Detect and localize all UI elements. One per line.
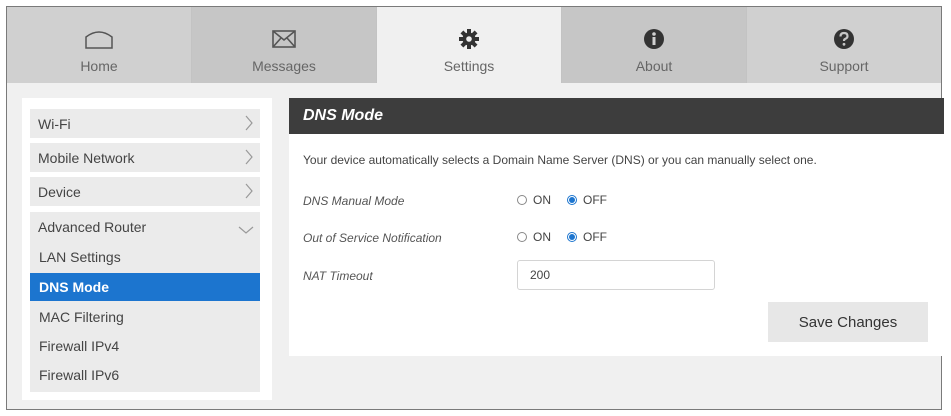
dns-manual-mode-off-radio[interactable]	[567, 195, 577, 205]
dns-manual-mode-radio-group: ON OFF	[517, 193, 623, 207]
sidebar-item-mobile-network[interactable]: Mobile Network	[30, 143, 260, 172]
sidebar-subitem-label: Firewall IPv4	[39, 338, 120, 354]
gear-icon	[458, 23, 480, 55]
dns-manual-mode-off-option[interactable]: OFF	[567, 193, 607, 207]
oos-notification-on-option[interactable]: ON	[517, 230, 551, 244]
nat-timeout-label: NAT Timeout	[303, 269, 373, 283]
home-icon	[84, 23, 114, 55]
sidebar-subitem-label: MAC Filtering	[39, 309, 124, 325]
radio-label: ON	[533, 193, 551, 207]
info-icon	[643, 23, 665, 55]
save-changes-button[interactable]: Save Changes	[768, 302, 928, 342]
envelope-icon	[272, 23, 296, 55]
tab-messages[interactable]: Messages	[192, 7, 377, 83]
sidebar-item-device[interactable]: Device	[30, 177, 260, 206]
tab-support[interactable]: Support	[747, 7, 941, 83]
tab-about[interactable]: About	[562, 7, 747, 83]
radio-label: OFF	[583, 230, 607, 244]
sidebar-item-wifi[interactable]: Wi-Fi	[30, 109, 260, 138]
dns-manual-mode-on-radio[interactable]	[517, 195, 527, 205]
sidebar-item-label: Device	[38, 183, 81, 200]
sidebar-subitem-firewall-ipv6[interactable]: Firewall IPv6	[30, 361, 260, 389]
sidebar-subitem-label: Firewall IPv6	[39, 367, 120, 383]
oos-notification-label: Out of Service Notification	[303, 231, 442, 245]
chevron-right-icon	[244, 114, 254, 135]
oos-notification-off-radio[interactable]	[567, 232, 577, 242]
sidebar-subitem-label: LAN Settings	[39, 249, 121, 265]
sidebar-subitem-lan-settings[interactable]: LAN Settings	[30, 243, 260, 271]
sidebar-subitem-mac-filtering[interactable]: MAC Filtering	[30, 303, 260, 331]
panel-title: DNS Mode	[289, 98, 944, 134]
sidebar-item-label: Mobile Network	[38, 149, 135, 166]
oos-notification-off-option[interactable]: OFF	[567, 230, 607, 244]
radio-label: OFF	[583, 193, 607, 207]
sidebar-item-label: Wi-Fi	[38, 115, 71, 132]
panel-description: Your device automatically selects a Doma…	[303, 153, 817, 167]
tab-about-label: About	[635, 58, 673, 74]
dns-manual-mode-on-option[interactable]: ON	[517, 193, 551, 207]
tab-messages-label: Messages	[252, 58, 316, 74]
top-tab-bar: Home Messages Settings About Support	[7, 7, 941, 83]
oos-notification-on-radio[interactable]	[517, 232, 527, 242]
question-icon	[833, 23, 855, 55]
advanced-router-submenu: LAN Settings DNS Mode MAC Filtering Fire…	[30, 241, 260, 392]
dns-manual-mode-label: DNS Manual Mode	[303, 194, 405, 208]
tab-settings-label: Settings	[443, 58, 495, 74]
tab-home-label: Home	[80, 58, 118, 74]
chevron-right-icon	[244, 148, 254, 169]
chevron-right-icon	[244, 182, 254, 203]
sidebar: Wi-Fi Mobile Network Device Advanced Rou…	[22, 98, 272, 400]
sidebar-subitem-dns-mode[interactable]: DNS Mode	[30, 273, 260, 301]
oos-notification-radio-group: ON OFF	[517, 230, 623, 244]
chevron-down-icon	[238, 222, 254, 238]
sidebar-subitem-firewall-ipv4[interactable]: Firewall IPv4	[30, 332, 260, 360]
tab-settings[interactable]: Settings	[377, 7, 562, 83]
nat-timeout-input[interactable]	[517, 260, 715, 290]
tab-support-label: Support	[819, 58, 869, 74]
dns-mode-panel: DNS Mode Your device automatically selec…	[289, 98, 944, 356]
tab-home[interactable]: Home	[7, 7, 192, 83]
sidebar-subitem-label: DNS Mode	[39, 279, 109, 295]
radio-label: ON	[533, 230, 551, 244]
sidebar-item-label: Advanced Router	[38, 218, 147, 235]
sidebar-item-advanced-router[interactable]: Advanced Router	[30, 212, 260, 241]
